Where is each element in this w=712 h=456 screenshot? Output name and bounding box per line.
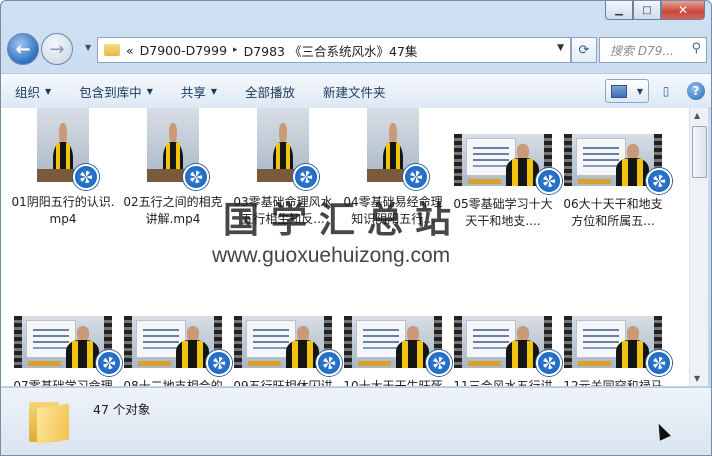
file-name: 09五行旺相休囚讲解.mp4 xyxy=(233,379,333,386)
watermark-url: www.guoxuehuizong.com xyxy=(212,244,451,267)
share-button[interactable]: 共享 ▼ xyxy=(167,82,231,101)
refresh-icon: ⟳ xyxy=(578,42,590,58)
new-folder-button[interactable]: 新建文件夹 xyxy=(309,82,400,101)
preview-pane-icon: ▯ xyxy=(662,84,670,98)
scroll-down-icon[interactable]: ▼ xyxy=(694,374,700,383)
change-view-button[interactable]: ▼ xyxy=(605,79,649,103)
maximize-button[interactable]: □ xyxy=(633,1,661,20)
search-placeholder: 搜索 D79... xyxy=(610,43,674,58)
media-player-icon xyxy=(73,164,99,190)
folder-icon xyxy=(29,398,69,445)
back-button[interactable]: ← xyxy=(7,33,39,65)
play-all-button[interactable]: 全部播放 xyxy=(231,82,309,101)
organize-button[interactable]: 组织 ▼ xyxy=(1,82,65,101)
media-player-icon xyxy=(536,168,562,194)
explorer-window: ▁ □ ✕ ← → ▼ « D7900-D7999 ▸ D7983 《三合系统风… xyxy=(0,0,712,456)
back-arrow-icon: ← xyxy=(15,38,31,60)
forward-arrow-icon: → xyxy=(49,38,65,60)
video-thumbnail xyxy=(454,134,562,194)
breadcrumb-separator-icon[interactable]: ▸ xyxy=(233,45,238,55)
file-item[interactable]: 07零基础学习命理知识十大天干... xyxy=(11,290,122,386)
media-player-icon xyxy=(316,350,342,376)
video-thumbnail xyxy=(564,134,672,194)
file-item[interactable]: 09五行旺相休囚讲解.mp4 xyxy=(231,290,342,386)
file-name: 11三合风水五行讲解.mp4 xyxy=(453,379,553,386)
address-dropdown-icon[interactable]: ▼ xyxy=(557,43,564,53)
share-label: 共享 xyxy=(180,84,206,100)
video-thumbnail xyxy=(234,316,342,376)
video-thumbnail xyxy=(564,316,672,376)
close-button[interactable]: ✕ xyxy=(661,1,705,20)
media-player-icon xyxy=(183,164,209,190)
file-name: 06大十天干和地支方位和所属五... xyxy=(563,197,663,228)
video-thumbnail xyxy=(454,316,562,376)
view-icon xyxy=(610,84,627,98)
vertical-scrollbar[interactable]: ▲ ▼ xyxy=(689,108,708,386)
help-button[interactable]: ? xyxy=(687,82,705,100)
media-player-icon xyxy=(646,168,672,194)
search-icon: ⚲ xyxy=(691,41,701,56)
file-item[interactable]: 01阴阳五行的认识.mp4 xyxy=(11,108,115,228)
caption-buttons: ▁ □ ✕ xyxy=(605,1,705,21)
chevron-down-icon: ▼ xyxy=(210,86,218,96)
recent-pages-dropdown-icon[interactable]: ▼ xyxy=(85,43,91,52)
chevron-down-icon: ▼ xyxy=(45,86,52,96)
scroll-up-icon[interactable]: ▲ xyxy=(694,111,700,120)
item-count: 47 个对象 xyxy=(93,402,151,417)
video-thumbnail xyxy=(257,108,319,190)
media-player-icon xyxy=(403,164,429,190)
file-item[interactable]: 11三合风水五行讲解.mp4 xyxy=(451,290,562,386)
address-bar[interactable]: « D7900-D7999 ▸ D7983 《三合系统风水》47集 ▼ xyxy=(97,37,571,63)
media-player-icon xyxy=(646,350,672,376)
details-pane: 47 个对象 xyxy=(1,387,711,455)
breadcrumb-overflow[interactable]: « xyxy=(126,43,134,58)
watermark-title: 国学汇总站 xyxy=(223,199,464,241)
media-player-icon xyxy=(96,350,122,376)
view-controls: ▼ ▯ ? xyxy=(605,79,705,103)
forward-button[interactable]: → xyxy=(41,33,73,65)
chevron-down-icon: ▼ xyxy=(146,86,153,96)
file-item[interactable]: 08十二地支相合的讲解.mp4 xyxy=(121,290,232,386)
file-item[interactable]: 02五行之间的相克讲解.mp4 xyxy=(121,108,225,228)
video-thumbnail xyxy=(344,316,452,376)
file-item[interactable]: 12元关同窍和禄马讲解.mp4 xyxy=(561,290,672,386)
media-player-icon xyxy=(206,350,232,376)
file-name: 08十二地支相合的讲解.mp4 xyxy=(123,379,223,386)
file-name: 05零基础学习十大天干和地支.... xyxy=(453,197,553,228)
include-in-library-label: 包含到库中 xyxy=(79,84,142,100)
media-player-icon xyxy=(536,350,562,376)
file-name: 12元关同窍和禄马讲解.mp4 xyxy=(563,379,663,386)
video-thumbnail xyxy=(14,316,122,376)
video-thumbnail xyxy=(37,108,99,190)
file-name: 10十大天干生旺死绝讲解.mp4 xyxy=(343,379,443,386)
file-item[interactable]: 10十大天干生旺死绝讲解.mp4 xyxy=(341,290,452,386)
video-thumbnail xyxy=(147,108,209,190)
scrollbar-thumb[interactable] xyxy=(692,126,707,178)
preview-pane-button[interactable]: ▯ xyxy=(655,81,677,101)
minimize-button[interactable]: ▁ xyxy=(605,1,633,20)
breadcrumb-segment[interactable]: D7983 《三合系统风水》47集 xyxy=(244,41,418,60)
file-item[interactable]: 06大十天干和地支方位和所属五... xyxy=(561,108,672,230)
video-thumbnail xyxy=(367,108,429,190)
organize-label: 组织 xyxy=(15,84,41,100)
video-thumbnail xyxy=(124,316,232,376)
refresh-button[interactable]: ⟳ xyxy=(571,37,597,63)
include-in-library-button[interactable]: 包含到库中 ▼ xyxy=(65,82,167,101)
command-bar: 组织 ▼ 包含到库中 ▼ 共享 ▼ 全部播放 新建文件夹 ▼ ▯ ? xyxy=(1,73,711,109)
media-player-icon xyxy=(426,350,452,376)
file-name: 02五行之间的相克讲解.mp4 xyxy=(123,195,223,226)
media-player-icon xyxy=(293,164,319,190)
file-item[interactable]: 05零基础学习十大天干和地支.... xyxy=(451,108,562,230)
folder-icon xyxy=(104,44,120,56)
breadcrumb-segment[interactable]: D7900-D7999 xyxy=(140,43,227,58)
file-name: 01阴阳五行的认识.mp4 xyxy=(11,195,115,226)
chevron-down-icon: ▼ xyxy=(636,86,644,96)
search-box[interactable]: 搜索 D79... ⚲ xyxy=(599,37,707,63)
file-name: 07零基础学习命理知识十大天干... xyxy=(13,379,113,386)
